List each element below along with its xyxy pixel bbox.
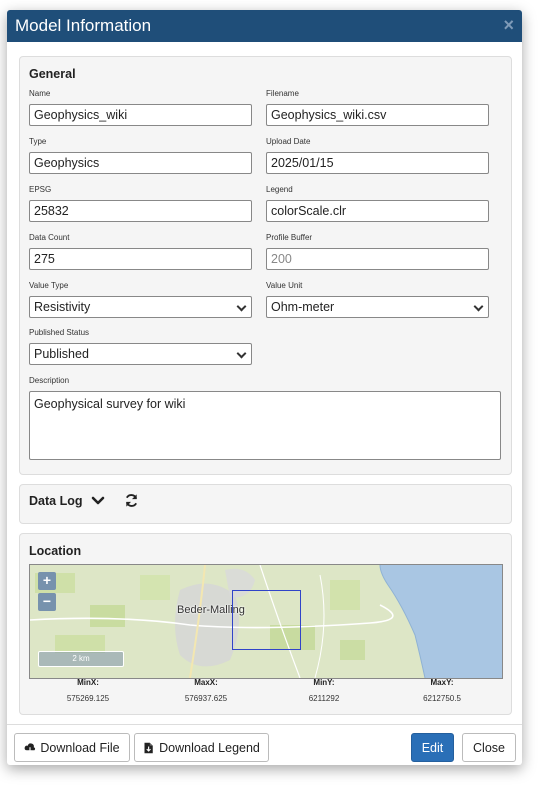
upload-date-field[interactable]: 2025/01/15	[266, 152, 489, 174]
description-textarea[interactable]: Geophysical survey for wiki	[29, 391, 501, 460]
data-count-field[interactable]: 275	[29, 248, 252, 270]
legend-label: Legend	[266, 185, 293, 194]
maxy-value: 6212750.5	[423, 694, 461, 703]
filename-field[interactable]: Geophysics_wiki.csv	[266, 104, 489, 126]
value-type-selected: Resistivity	[34, 300, 91, 314]
map-scale-bar: 2 km	[38, 651, 124, 667]
published-status-label: Published Status	[29, 328, 90, 337]
maxx-label: MaxX:	[194, 678, 218, 687]
data-log-title: Data Log	[29, 494, 83, 508]
download-file-button[interactable]: Download File	[14, 733, 130, 762]
minx-label: MinX:	[77, 678, 99, 687]
published-status-selected: Published	[34, 347, 89, 361]
download-legend-button[interactable]: Download Legend	[134, 733, 269, 762]
close-icon[interactable]: ×	[503, 15, 514, 36]
published-status-select[interactable]: Published	[29, 343, 252, 365]
zoom-out-button[interactable]: −	[38, 593, 56, 611]
download-legend-label: Download Legend	[159, 740, 260, 755]
profile-buffer-label: Profile Buffer	[266, 233, 313, 242]
close-button[interactable]: Close	[462, 733, 516, 762]
value-unit-label: Value Unit	[266, 281, 303, 290]
edit-button[interactable]: Edit	[411, 733, 454, 762]
cloud-download-icon	[24, 742, 36, 753]
value-unit-select[interactable]: Ohm-meter	[266, 296, 489, 318]
modal-title: Model Information	[15, 16, 152, 35]
refresh-icon[interactable]	[124, 493, 139, 508]
download-file-label: Download File	[40, 740, 120, 755]
epsg-field[interactable]: 25832	[29, 200, 252, 222]
value-type-label: Value Type	[29, 281, 69, 290]
general-title: General	[29, 67, 76, 81]
upload-date-label: Upload Date	[266, 137, 311, 146]
filename-label: Filename	[266, 89, 299, 98]
value-unit-selected: Ohm-meter	[271, 300, 335, 314]
minx-value: 575269.125	[66, 694, 110, 703]
maxy-label: MaxY:	[430, 678, 454, 687]
value-type-select[interactable]: Resistivity	[29, 296, 252, 318]
data-count-label: Data Count	[29, 233, 70, 242]
location-title: Location	[29, 544, 82, 558]
type-field[interactable]: Geophysics	[29, 152, 252, 174]
file-download-icon	[144, 742, 153, 753]
model-extent-box	[232, 590, 301, 650]
footer-divider	[7, 724, 522, 725]
epsg-label: EPSG	[29, 185, 52, 194]
chevron-down-icon[interactable]	[91, 495, 105, 507]
type-label: Type	[29, 137, 47, 146]
zoom-in-button[interactable]: +	[38, 572, 56, 590]
name-label: Name	[29, 89, 51, 98]
maxx-value: 576937.625	[184, 694, 228, 703]
miny-value: 6211292	[308, 694, 340, 703]
miny-label: MinY:	[313, 678, 335, 687]
name-field[interactable]: Geophysics_wiki	[29, 104, 252, 126]
description-label: Description	[29, 376, 70, 385]
modal-header: Model Information ×	[7, 10, 522, 42]
profile-buffer-field[interactable]: 200	[266, 248, 489, 270]
legend-field[interactable]: colorScale.clr	[266, 200, 489, 222]
